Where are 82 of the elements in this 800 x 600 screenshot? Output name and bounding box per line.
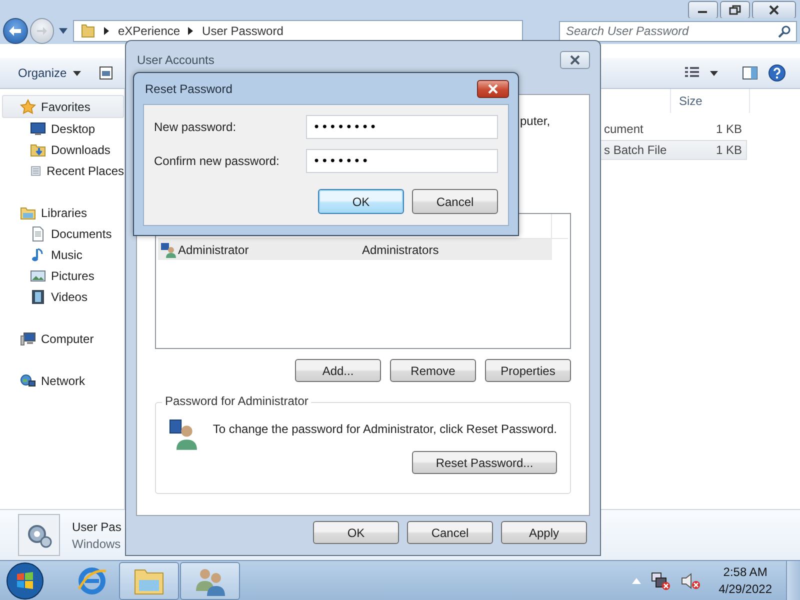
- nav-item[interactable]: Libraries: [0, 202, 124, 223]
- organize-menu[interactable]: Organize: [10, 62, 89, 84]
- nav-item[interactable]: Pictures: [0, 265, 124, 286]
- instruction-text: To change the password for Administrator, click Reset Password.: [212, 421, 557, 436]
- caret-icon: [72, 70, 81, 76]
- close-button[interactable]: [560, 51, 590, 69]
- nav-item[interactable]: Favorites: [2, 95, 124, 118]
- nav-item[interactable]: Videos: [0, 286, 124, 307]
- list-action-button[interactable]: Add...: [295, 359, 381, 382]
- breadcrumb-item[interactable]: User Password: [202, 24, 284, 38]
- network-error-icon[interactable]: [650, 572, 671, 590]
- column-header[interactable]: Size: [670, 89, 750, 113]
- details-title: User Pas: [72, 520, 122, 534]
- caret-icon[interactable]: [710, 70, 718, 76]
- document-icon: [30, 226, 46, 242]
- nav-item[interactable]: Documents: [0, 223, 124, 244]
- nav-item[interactable]: Downloads: [0, 139, 124, 160]
- chevron-icon[interactable]: [104, 27, 110, 35]
- dialog-button[interactable]: Cancel: [412, 189, 498, 214]
- chevron-icon[interactable]: [188, 27, 194, 35]
- dialog-button[interactable]: Apply: [501, 521, 587, 544]
- list-action-button[interactable]: Properties: [485, 359, 571, 382]
- speaker-muted-icon[interactable]: [680, 572, 701, 590]
- close-icon: [768, 5, 780, 15]
- properties-icon[interactable]: [98, 66, 113, 80]
- computer-icon: [20, 330, 36, 346]
- monitor-icon: [30, 120, 46, 136]
- windows-orb-icon: [5, 560, 45, 600]
- help-icon[interactable]: [768, 64, 786, 82]
- reset-password-button[interactable]: Reset Password...: [412, 451, 557, 474]
- intro-text: puter,: [520, 114, 550, 128]
- network-globe-icon: [20, 372, 36, 388]
- clock-date: 4/29/2022: [718, 582, 772, 596]
- user-monitor-icon: [160, 242, 176, 258]
- nav-item[interactable]: Recent Places: [0, 160, 124, 181]
- search-icon: [778, 24, 791, 38]
- minimize-button[interactable]: [688, 1, 718, 19]
- back-button[interactable]: [3, 18, 28, 44]
- star-icon: [20, 98, 36, 114]
- view-list-icon[interactable]: [684, 66, 700, 80]
- user-accounts-taskbar-button[interactable]: [180, 562, 240, 600]
- password-field[interactable]: •••••••: [306, 149, 498, 173]
- dialog-title: User Accounts: [137, 53, 214, 67]
- nav-item[interactable]: Desktop: [0, 118, 124, 139]
- group-legend: Password for Administrator: [162, 394, 312, 408]
- picture-icon: [30, 268, 46, 284]
- user-row[interactable]: Administrator Administrators: [158, 239, 552, 260]
- password-field[interactable]: ••••••••: [306, 115, 498, 139]
- dialog-title: Reset Password: [145, 82, 232, 96]
- dialog-button[interactable]: Cancel: [407, 521, 493, 544]
- library-folder-icon: [20, 204, 36, 220]
- close-icon: [487, 84, 499, 94]
- close-button[interactable]: [477, 80, 509, 98]
- restore-icon: [729, 5, 741, 15]
- folder-taskbar-button[interactable]: [119, 562, 179, 600]
- dialog-button[interactable]: OK: [318, 189, 404, 214]
- nav-item[interactable]: Music: [0, 244, 124, 265]
- folder-icon: [80, 23, 96, 39]
- preview-pane-icon[interactable]: [742, 66, 758, 80]
- close-icon: [569, 55, 581, 65]
- field-label: New password:: [154, 120, 236, 134]
- field-label: Confirm new password:: [154, 154, 280, 168]
- forward-arrow-icon: [36, 26, 48, 36]
- details-type: Windows: [72, 536, 122, 550]
- clock[interactable]: 2:58 AM 4/29/2022: [710, 565, 776, 596]
- nav-item[interactable]: Network: [0, 370, 124, 391]
- search-field[interactable]: Search User Password: [559, 20, 797, 42]
- close-button[interactable]: [752, 1, 796, 19]
- clock-time: 2:58 AM: [723, 565, 768, 579]
- breadcrumb-item[interactable]: eXPerience: [118, 24, 180, 38]
- back-arrow-icon: [8, 25, 22, 37]
- user-monitor-icon: [169, 417, 199, 451]
- list-action-button[interactable]: Remove: [390, 359, 476, 382]
- dialog-button[interactable]: OK: [313, 521, 399, 544]
- restore-button[interactable]: [720, 1, 750, 19]
- nav-item[interactable]: Computer: [0, 328, 124, 349]
- film-icon: [30, 288, 46, 304]
- recent-pages-caret-icon[interactable]: [59, 28, 68, 34]
- folder-arrow-icon: [30, 142, 46, 158]
- gear-file-icon: [18, 514, 60, 556]
- browser-e-icon: [76, 564, 108, 596]
- address-bar[interactable]: eXPerience User Password: [73, 20, 523, 42]
